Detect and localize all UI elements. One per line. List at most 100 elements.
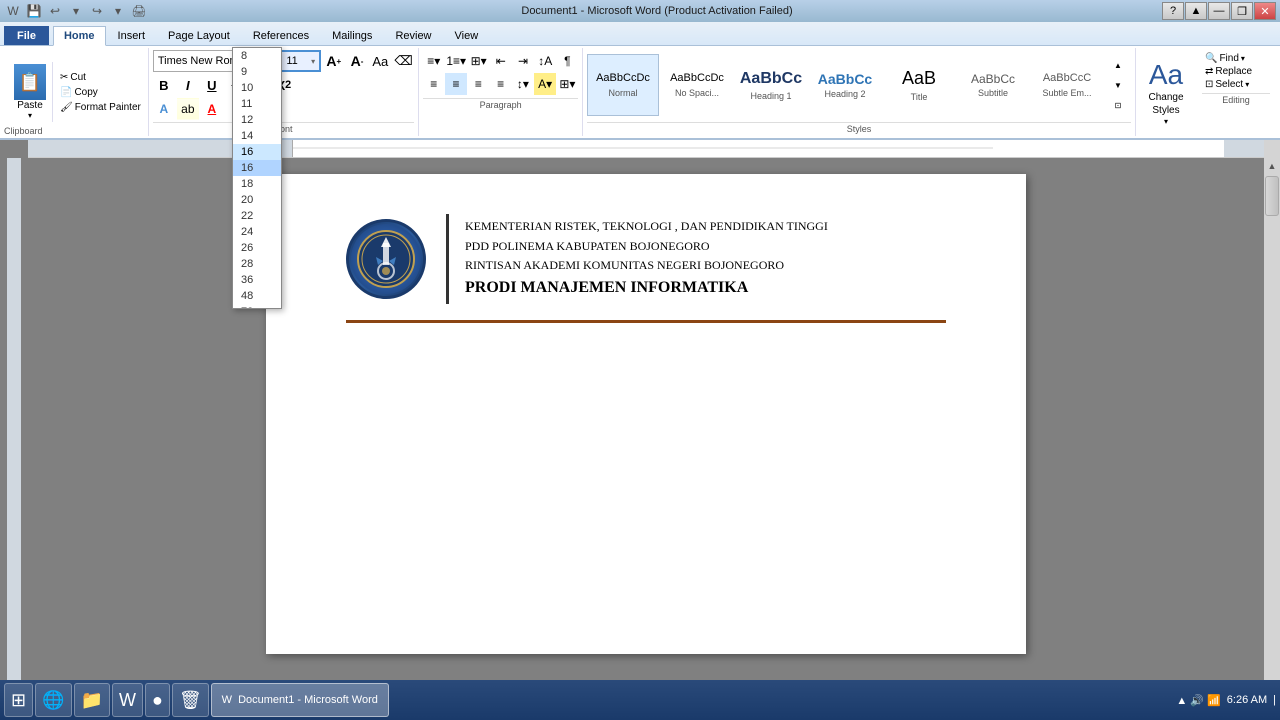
decrease-indent-btn[interactable]: ⇤ bbox=[490, 50, 511, 72]
clipboard-group: 📋 Paste ▾ ✂ Cut 📄 Copy 🖌 Format Painter … bbox=[4, 48, 149, 136]
font-size-option-26[interactable]: 26 bbox=[233, 240, 281, 256]
document-scroll-area[interactable]: KEMENTERIAN RISTEK, TEKNOLOGI , DAN PEND… bbox=[28, 158, 1264, 696]
ruler-row bbox=[0, 140, 1280, 158]
tab-page-layout[interactable]: Page Layout bbox=[157, 26, 241, 45]
justify-btn[interactable]: ≡ bbox=[490, 73, 511, 95]
borders-btn[interactable]: ⊞▾ bbox=[557, 73, 578, 95]
tab-review[interactable]: Review bbox=[384, 26, 442, 45]
decrease-font-btn[interactable]: A- bbox=[346, 50, 367, 72]
font-size-value: 11 bbox=[286, 55, 297, 67]
find-button[interactable]: 🔍 Find ▾ bbox=[1202, 52, 1270, 65]
taskbar-word-icon[interactable]: W bbox=[112, 683, 143, 717]
font-size-option-8[interactable]: 8 bbox=[233, 48, 281, 64]
line-spacing-btn[interactable]: ↕▾ bbox=[512, 73, 533, 95]
font-size-option-72[interactable]: 72 bbox=[233, 304, 281, 308]
align-center-btn[interactable]: ≡ bbox=[445, 73, 466, 95]
font-size-option-9[interactable]: 9 bbox=[233, 64, 281, 80]
show-desktop-btn[interactable]: | bbox=[1273, 694, 1276, 706]
change-case-btn[interactable]: Aa bbox=[370, 50, 391, 72]
font-size-option-28[interactable]: 28 bbox=[233, 256, 281, 272]
start-btn[interactable]: ⊞ bbox=[4, 683, 33, 717]
style-subtitle[interactable]: AaBbCc Subtitle bbox=[957, 54, 1029, 116]
increase-indent-btn[interactable]: ⇥ bbox=[512, 50, 533, 72]
save-button[interactable]: 💾 bbox=[25, 2, 43, 20]
style-normal[interactable]: AaBbCcDc Normal bbox=[587, 54, 659, 116]
taskbar-ie[interactable]: 🌐 bbox=[35, 683, 71, 717]
font-size-option-48[interactable]: 48 bbox=[233, 288, 281, 304]
style-no-spacing[interactable]: AaBbCcDc No Spaci... bbox=[661, 54, 733, 116]
format-painter-button[interactable]: 🖌 Format Painter bbox=[57, 101, 144, 114]
change-styles-arrow[interactable]: ▾ bbox=[1164, 117, 1168, 126]
clear-format-btn[interactable]: ⌫ bbox=[393, 50, 414, 72]
tab-mailings[interactable]: Mailings bbox=[321, 26, 383, 45]
font-size-option-24[interactable]: 24 bbox=[233, 224, 281, 240]
replace-button[interactable]: ⇄ Replace bbox=[1202, 65, 1270, 78]
show-formatting-btn[interactable]: ¶ bbox=[557, 50, 578, 72]
sort-btn[interactable]: ↕A bbox=[535, 50, 556, 72]
taskbar-word-document[interactable]: W Document1 - Microsoft Word bbox=[211, 683, 389, 717]
paste-dropdown-arrow[interactable]: ▾ bbox=[28, 111, 32, 120]
font-size-option-11[interactable]: 11 bbox=[233, 96, 281, 112]
font-size-option-16-cursor[interactable]: 16 bbox=[233, 160, 281, 176]
font-size-option-22[interactable]: 22 bbox=[233, 208, 281, 224]
taskbar-explorer[interactable]: 📁 bbox=[74, 683, 110, 717]
font-size-option-14[interactable]: 14 bbox=[233, 128, 281, 144]
undo-button[interactable]: ↩ bbox=[46, 2, 64, 20]
font-size-option-18[interactable]: 18 bbox=[233, 176, 281, 192]
font-size-option-36[interactable]: 36 bbox=[233, 272, 281, 288]
font-size-option-10[interactable]: 10 bbox=[233, 80, 281, 96]
redo-button[interactable]: ↪ bbox=[88, 2, 106, 20]
cut-button[interactable]: ✂ Cut bbox=[57, 71, 144, 84]
font-size-input[interactable]: 11 ▾ bbox=[280, 50, 321, 72]
restore-btn[interactable]: ❐ bbox=[1231, 2, 1253, 20]
tab-insert[interactable]: Insert bbox=[107, 26, 157, 45]
paste-button[interactable]: 📋 Paste ▾ bbox=[8, 62, 53, 122]
style-heading1[interactable]: AaBbCc Heading 1 bbox=[735, 54, 807, 116]
close-btn[interactable]: ✕ bbox=[1254, 2, 1276, 20]
align-left-btn[interactable]: ≡ bbox=[423, 73, 444, 95]
bullets-btn[interactable]: ≡▾ bbox=[423, 50, 444, 72]
taskbar-recycle[interactable]: 🗑 bbox=[172, 683, 209, 717]
tab-references[interactable]: References bbox=[242, 26, 320, 45]
change-styles-button[interactable]: Aa ChangeStyles ▾ bbox=[1136, 48, 1196, 136]
tab-view[interactable]: View bbox=[444, 26, 490, 45]
font-size-option-12[interactable]: 12 bbox=[233, 112, 281, 128]
undo-dropdown[interactable]: ▾ bbox=[67, 2, 85, 20]
text-effects-btn[interactable]: A bbox=[153, 98, 175, 120]
minimize-btn[interactable]: — bbox=[1208, 2, 1230, 20]
font-size-option-20[interactable]: 20 bbox=[233, 192, 281, 208]
text-highlight-btn[interactable]: ab bbox=[177, 98, 199, 120]
taskbar-chrome[interactable]: ● bbox=[145, 683, 170, 717]
style-heading2[interactable]: AaBbCc Heading 2 bbox=[809, 54, 881, 116]
scroll-up-arrow[interactable]: ▲ bbox=[1264, 158, 1280, 174]
align-right-btn[interactable]: ≡ bbox=[468, 73, 489, 95]
ribbon-toggle[interactable]: ▲ bbox=[1185, 2, 1207, 20]
styles-scroll-up[interactable]: ▲ bbox=[1107, 57, 1129, 73]
tab-home[interactable]: Home bbox=[53, 26, 106, 46]
increase-font-btn[interactable]: A+ bbox=[323, 50, 344, 72]
font-color-btn[interactable]: A bbox=[201, 98, 223, 120]
font-size-option-16[interactable]: 16 bbox=[233, 144, 281, 160]
styles-scroll-down[interactable]: ▼ bbox=[1107, 77, 1129, 93]
vertical-scrollbar[interactable]: ▲ ▼ bbox=[1264, 158, 1280, 696]
style-title[interactable]: AaB Title bbox=[883, 54, 955, 116]
style-subtle-em[interactable]: AaBbCcC Subtle Em... bbox=[1031, 54, 1103, 116]
print-preview-btn[interactable]: 🖨 bbox=[130, 2, 148, 20]
italic-button[interactable]: I bbox=[177, 74, 199, 96]
styles-more-btn[interactable]: ⊡ bbox=[1107, 97, 1129, 113]
font-size-dropdown-list[interactable]: 8 9 10 11 12 14 16 16 18 20 22 24 26 28 … bbox=[233, 48, 281, 308]
bold-button[interactable]: B bbox=[153, 74, 175, 96]
select-dropdown[interactable]: ▾ bbox=[1245, 80, 1249, 89]
multilevel-btn[interactable]: ⊞▾ bbox=[468, 50, 489, 72]
select-button[interactable]: ⊡ Select ▾ bbox=[1202, 78, 1270, 91]
help-btn[interactable]: ? bbox=[1162, 2, 1184, 20]
copy-button[interactable]: 📄 Copy bbox=[57, 86, 144, 99]
customize-quick-access[interactable]: ▾ bbox=[109, 2, 127, 20]
find-dropdown[interactable]: ▾ bbox=[1241, 54, 1245, 63]
underline-button[interactable]: U bbox=[201, 74, 223, 96]
scrollbar-thumb[interactable] bbox=[1265, 176, 1279, 216]
font-size-dropdown-arrow[interactable]: ▾ bbox=[311, 57, 315, 66]
tab-file[interactable]: File bbox=[4, 26, 49, 45]
shading-btn[interactable]: A▾ bbox=[534, 73, 555, 95]
numbering-btn[interactable]: 1≡▾ bbox=[445, 50, 467, 72]
